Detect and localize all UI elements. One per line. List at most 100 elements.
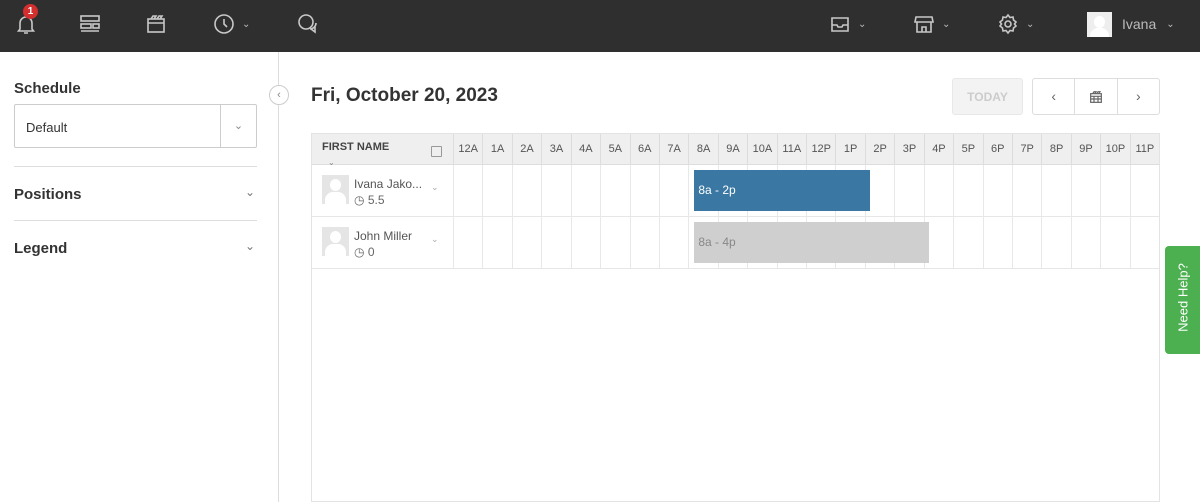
hour-header: 1A [482,134,511,165]
chevron-down-icon: ⌄ [858,18,867,30]
time-cell[interactable] [953,165,982,216]
time-cell[interactable] [1100,165,1129,216]
employee-avatar [322,227,349,256]
time-cell[interactable] [1070,165,1100,216]
time-clock-menu[interactable]: ⌄ [212,10,250,38]
clock-icon: ◷ [354,245,365,259]
schedule-button[interactable] [144,10,168,38]
hour-header: 9P [1070,134,1100,165]
time-cell[interactable] [1011,165,1041,216]
time-cell[interactable] [1041,217,1070,268]
next-day-button[interactable]: › [1118,79,1159,114]
time-cell[interactable] [658,165,688,216]
date-picker-button[interactable] [1075,79,1118,114]
previous-day-button[interactable]: ‹ [1033,79,1076,114]
user-name: Ivana [1122,16,1157,32]
time-cell[interactable] [600,217,629,268]
time-cell[interactable] [1011,217,1041,268]
shift-block[interactable]: 8a - 2p [694,170,870,211]
hour-header: 6A [629,134,659,165]
chevron-down-icon: ⌄ [1026,18,1035,30]
employee-avatar [322,175,349,204]
hours-value: 5.5 [367,193,385,207]
positions-section[interactable]: Positions ⌄ [14,166,257,220]
legend-label: Legend [14,240,68,257]
time-cell[interactable] [1041,165,1070,216]
notification-badge: 1 [23,4,38,19]
chevron-down-icon: ⌄ [220,105,256,147]
time-cell[interactable] [894,165,923,216]
clock-icon [214,14,234,34]
page-title: Fri, October 20, 2023 [311,85,498,106]
schedule-select[interactable]: Default ⌄ [14,104,257,148]
select-all-checkbox[interactable] [431,146,442,157]
time-cell[interactable] [453,165,482,216]
collapse-sidebar-button[interactable]: ‹ [269,85,289,105]
hour-header: 7P [1011,134,1041,165]
hour-header: 5P [953,134,982,165]
employee-name[interactable]: John Miller [354,229,412,243]
clock-icon: ◷ [354,193,365,207]
layout-button[interactable] [78,10,102,38]
legend-section[interactable]: Legend ⌄ [14,220,257,274]
time-cell[interactable] [923,165,953,216]
time-cell[interactable] [658,217,688,268]
time-cell[interactable] [482,165,511,216]
employee-name[interactable]: Ivana Jako... [354,177,422,191]
time-cell[interactable] [600,165,629,216]
schedule-grid: FIRST NAME ⌄ 12A 1A 2A 3A 4A 5A 6A 7A 8A 9A 10A 11A… [311,133,1160,502]
time-cell[interactable] [982,165,1012,216]
time-cell[interactable] [570,217,600,268]
chevron-down-icon[interactable]: ⌄ [431,234,439,245]
calendar-icon [147,15,165,33]
time-cell[interactable] [1070,217,1100,268]
inbox-menu[interactable]: ⌄ [828,10,866,38]
hour-header: 12A [453,134,482,165]
time-cell[interactable] [629,217,659,268]
employee-hours: ◷ 0 [354,245,375,259]
top-navbar: 1 ⌄ ⌄ ⌄ ⌄ Ivana ⌄ [0,0,1200,52]
time-cell[interactable] [629,165,659,216]
user-menu[interactable]: Ivana ⌄ [1087,10,1175,38]
time-cell[interactable] [1100,217,1129,268]
hour-header: 12P [806,134,835,165]
time-cell[interactable] [511,165,541,216]
positions-label: Positions [14,186,82,203]
time-cell[interactable] [953,217,982,268]
messages-button[interactable] [296,10,320,38]
chevron-down-icon: ⌄ [244,239,255,253]
hour-header: 9A [717,134,747,165]
hour-header: 7A [658,134,688,165]
hour-header: 11P [1129,134,1159,165]
hour-header: 4P [923,134,953,165]
time-cell[interactable] [511,217,541,268]
time-cell[interactable] [982,217,1012,268]
shift-block[interactable]: 8a - 4p [694,222,929,263]
hour-header: 8P [1041,134,1070,165]
date-navigation: ‹ › [1032,78,1160,115]
hour-header: 6P [982,134,1012,165]
chevron-down-icon: ⌄ [244,185,255,199]
hour-header: 10A [747,134,776,165]
store-menu[interactable]: ⌄ [912,10,950,38]
time-cell[interactable] [570,165,600,216]
time-cell[interactable] [482,217,511,268]
settings-menu[interactable]: ⌄ [996,10,1034,38]
hour-header: 4A [570,134,600,165]
time-cell[interactable] [453,217,482,268]
time-cell[interactable] [1129,217,1159,268]
hour-header: 2A [511,134,541,165]
chevron-down-icon[interactable]: ⌄ [431,182,439,193]
hour-header: 8A [688,134,717,165]
chevron-down-icon: ⌄ [942,18,951,30]
need-help-button[interactable]: Need Help? [1165,246,1200,354]
time-cell[interactable] [1129,165,1159,216]
user-avatar [1087,11,1112,37]
employee-hours: ◷ 5.5 [354,193,385,207]
today-button[interactable]: TODAY [952,78,1023,115]
time-cell[interactable] [541,165,570,216]
notifications-button[interactable]: 1 [14,4,38,38]
time-cell[interactable] [541,217,570,268]
inbox-icon [831,17,849,32]
first-name-header[interactable]: FIRST NAME [322,141,389,153]
